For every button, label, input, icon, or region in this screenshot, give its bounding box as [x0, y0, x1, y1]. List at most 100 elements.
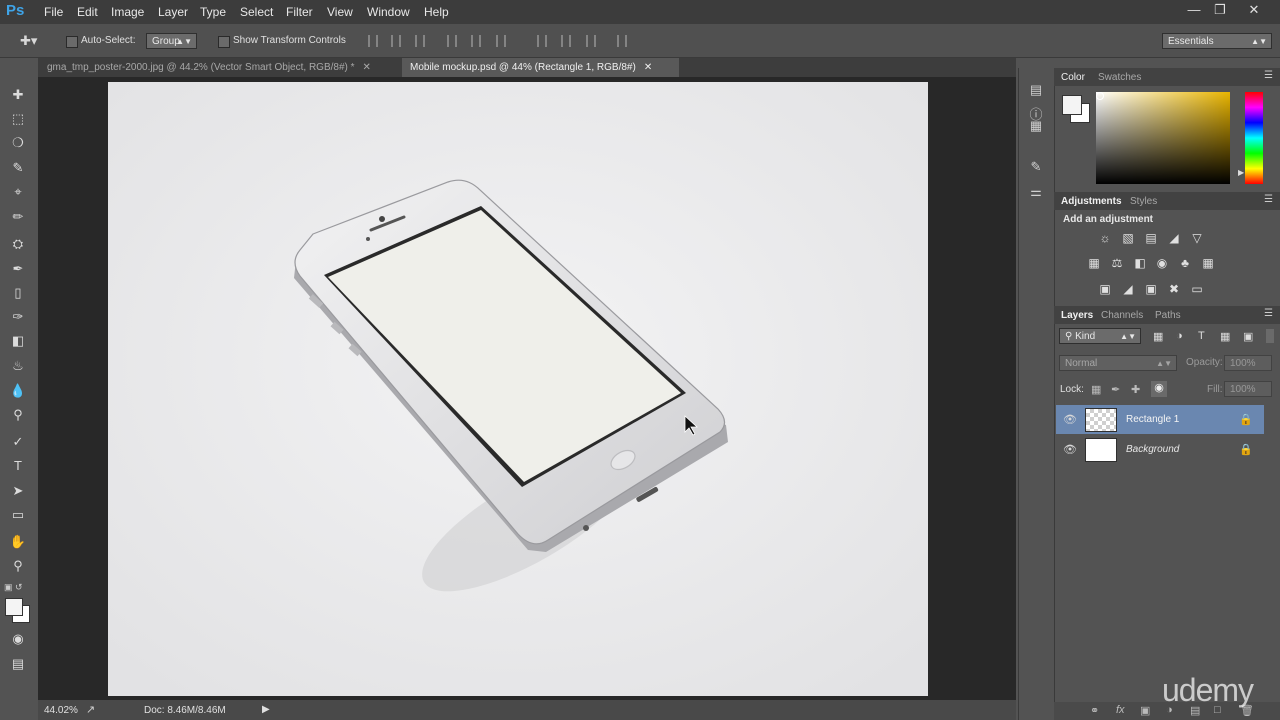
levels-icon[interactable]: ▧: [1121, 232, 1135, 244]
workspace-dropdown[interactable]: Essentials ▲▼: [1162, 33, 1272, 49]
screen-mode-icon[interactable]: ▤: [8, 655, 28, 673]
color-picker-marker[interactable]: [1096, 92, 1104, 100]
vibrance-icon[interactable]: ▽: [1190, 232, 1204, 244]
gradient-map-icon[interactable]: ▭: [1190, 283, 1204, 295]
eraser-icon[interactable]: ◧: [8, 332, 28, 350]
type-icon[interactable]: T: [8, 457, 28, 475]
menu-filter[interactable]: Filter: [286, 5, 313, 19]
eyedropper-icon[interactable]: ✏: [8, 208, 28, 226]
zoom-level[interactable]: 44.02%: [44, 705, 78, 716]
layer-name[interactable]: Rectangle 1: [1126, 414, 1179, 425]
history-icon[interactable]: ▤: [1026, 82, 1046, 100]
panel-menu-icon[interactable]: ☰: [1264, 308, 1273, 319]
healing-icon[interactable]: ⛭: [8, 235, 28, 253]
menu-window[interactable]: Window: [367, 5, 410, 19]
properties-icon[interactable]: ▦: [1026, 118, 1046, 136]
tab-adjustments[interactable]: Adjustments: [1061, 196, 1122, 207]
hue-saturation-icon[interactable]: ▦: [1087, 257, 1101, 269]
quick-mask-icon[interactable]: ◉: [8, 630, 28, 648]
tab-layers[interactable]: Layers: [1061, 310, 1093, 321]
auto-select-checkbox[interactable]: [66, 36, 78, 48]
hue-slider-arrow-icon[interactable]: ▶: [1238, 168, 1244, 177]
menu-layer[interactable]: Layer: [158, 5, 188, 19]
hue-slider[interactable]: [1245, 92, 1263, 184]
filter-toggle[interactable]: [1266, 329, 1274, 343]
panel-menu-icon[interactable]: ☰: [1264, 194, 1273, 205]
channel-mixer-icon[interactable]: ♣: [1178, 257, 1192, 269]
color-lookup-icon[interactable]: ▦: [1201, 257, 1215, 269]
lock-transparent-icon[interactable]: ▦: [1091, 383, 1101, 396]
distribute-bottom-icon[interactable]: [586, 35, 596, 47]
exposure-icon[interactable]: ◢: [1167, 232, 1181, 244]
tab-styles[interactable]: Styles: [1130, 196, 1157, 207]
menu-edit[interactable]: Edit: [77, 5, 98, 19]
filter-shape-icon[interactable]: ▦: [1220, 330, 1230, 343]
document-canvas[interactable]: [108, 82, 928, 696]
foreground-color-swatch[interactable]: [5, 598, 23, 616]
marquee-icon[interactable]: ⬚: [8, 110, 28, 128]
posterize-icon[interactable]: ◢: [1121, 283, 1135, 295]
tab-color[interactable]: Color: [1061, 72, 1085, 83]
photo-filter-icon[interactable]: ◉: [1155, 257, 1169, 269]
export-icon[interactable]: ↗: [86, 703, 95, 716]
align-right-icon[interactable]: [496, 35, 506, 47]
lock-position-icon[interactable]: ✚: [1131, 383, 1140, 396]
menu-view[interactable]: View: [327, 5, 353, 19]
close-icon[interactable]: ✕: [363, 62, 371, 73]
blend-mode-dropdown[interactable]: Normal ▲▼: [1059, 355, 1177, 371]
brush-icon[interactable]: ✒: [8, 260, 28, 278]
align-left-icon[interactable]: [447, 35, 457, 47]
quick-select-icon[interactable]: ✎: [8, 159, 28, 177]
align-hcenter-icon[interactable]: [471, 35, 481, 47]
color-spectrum-field[interactable]: [1096, 92, 1230, 184]
visibility-eye-icon[interactable]: 👁: [1063, 413, 1077, 426]
move-tool-preset-icon[interactable]: ✚▾: [20, 33, 37, 49]
tool-presets-icon[interactable]: ⚌: [1026, 184, 1046, 202]
filter-adjustment-icon[interactable]: ◑: [1176, 330, 1183, 342]
dodge-icon[interactable]: ⚲: [8, 406, 28, 424]
align-top-icon[interactable]: [368, 35, 378, 47]
history-brush-icon[interactable]: ✑: [8, 308, 28, 326]
align-bottom-icon[interactable]: [415, 35, 425, 47]
menu-type[interactable]: Type: [200, 5, 226, 19]
paint-bucket-icon[interactable]: ♨: [8, 357, 28, 375]
align-vcenter-icon[interactable]: [391, 35, 401, 47]
threshold-icon[interactable]: ▣: [1144, 283, 1158, 295]
menu-select[interactable]: Select: [240, 5, 273, 19]
visibility-eye-icon[interactable]: 👁: [1063, 443, 1077, 456]
layer-name[interactable]: Background: [1126, 444, 1179, 455]
layer-style-icon[interactable]: fx: [1116, 704, 1125, 716]
black-white-icon[interactable]: ◧: [1133, 257, 1147, 269]
restore-button[interactable]: ❐: [1207, 2, 1233, 18]
fill-field[interactable]: 100%: [1224, 381, 1272, 397]
brightness-contrast-icon[interactable]: ☼: [1098, 232, 1112, 244]
filter-pixel-icon[interactable]: ▦: [1153, 330, 1163, 343]
tab-channels[interactable]: Channels: [1101, 310, 1143, 321]
distribute-horizontal-icon[interactable]: [617, 35, 627, 47]
auto-select-dropdown[interactable]: Group ▲▼: [146, 33, 197, 49]
foreground-color-swatch[interactable]: [1062, 95, 1082, 115]
distribute-vcenter-icon[interactable]: [561, 35, 571, 47]
menu-help[interactable]: Help: [424, 5, 449, 19]
blur-icon[interactable]: 💧: [8, 382, 28, 400]
tab-mobile-mockup[interactable]: Mobile mockup.psd @ 44% (Rectangle 1, RG…: [402, 58, 679, 77]
tab-paths[interactable]: Paths: [1155, 310, 1181, 321]
selective-color-icon[interactable]: ✖: [1167, 283, 1181, 295]
distribute-top-icon[interactable]: [537, 35, 547, 47]
filter-smart-object-icon[interactable]: ▣: [1243, 330, 1253, 343]
invert-icon[interactable]: ▣: [1098, 283, 1112, 295]
menu-image[interactable]: Image: [111, 5, 144, 19]
lock-pixels-icon[interactable]: ✒: [1111, 383, 1120, 396]
curves-icon[interactable]: ▤: [1144, 232, 1158, 244]
rectangle-icon[interactable]: ▭: [8, 506, 28, 524]
link-layers-icon[interactable]: ⚭: [1090, 704, 1099, 717]
hand-icon[interactable]: ✋: [8, 533, 28, 551]
zoom-icon[interactable]: ⚲: [8, 557, 28, 575]
layer-filter-dropdown[interactable]: ⚲ Kind ▲▼: [1059, 328, 1141, 344]
tab-poster[interactable]: gma_tmp_poster-2000.jpg @ 44.2% (Vector …: [39, 58, 401, 77]
minimize-button[interactable]: —: [1181, 2, 1207, 17]
status-menu-arrow-icon[interactable]: ▶: [262, 704, 270, 715]
pen-icon[interactable]: ✓: [8, 433, 28, 451]
panel-menu-icon[interactable]: ☰: [1264, 70, 1273, 81]
close-window-button[interactable]: ✕: [1241, 2, 1267, 18]
